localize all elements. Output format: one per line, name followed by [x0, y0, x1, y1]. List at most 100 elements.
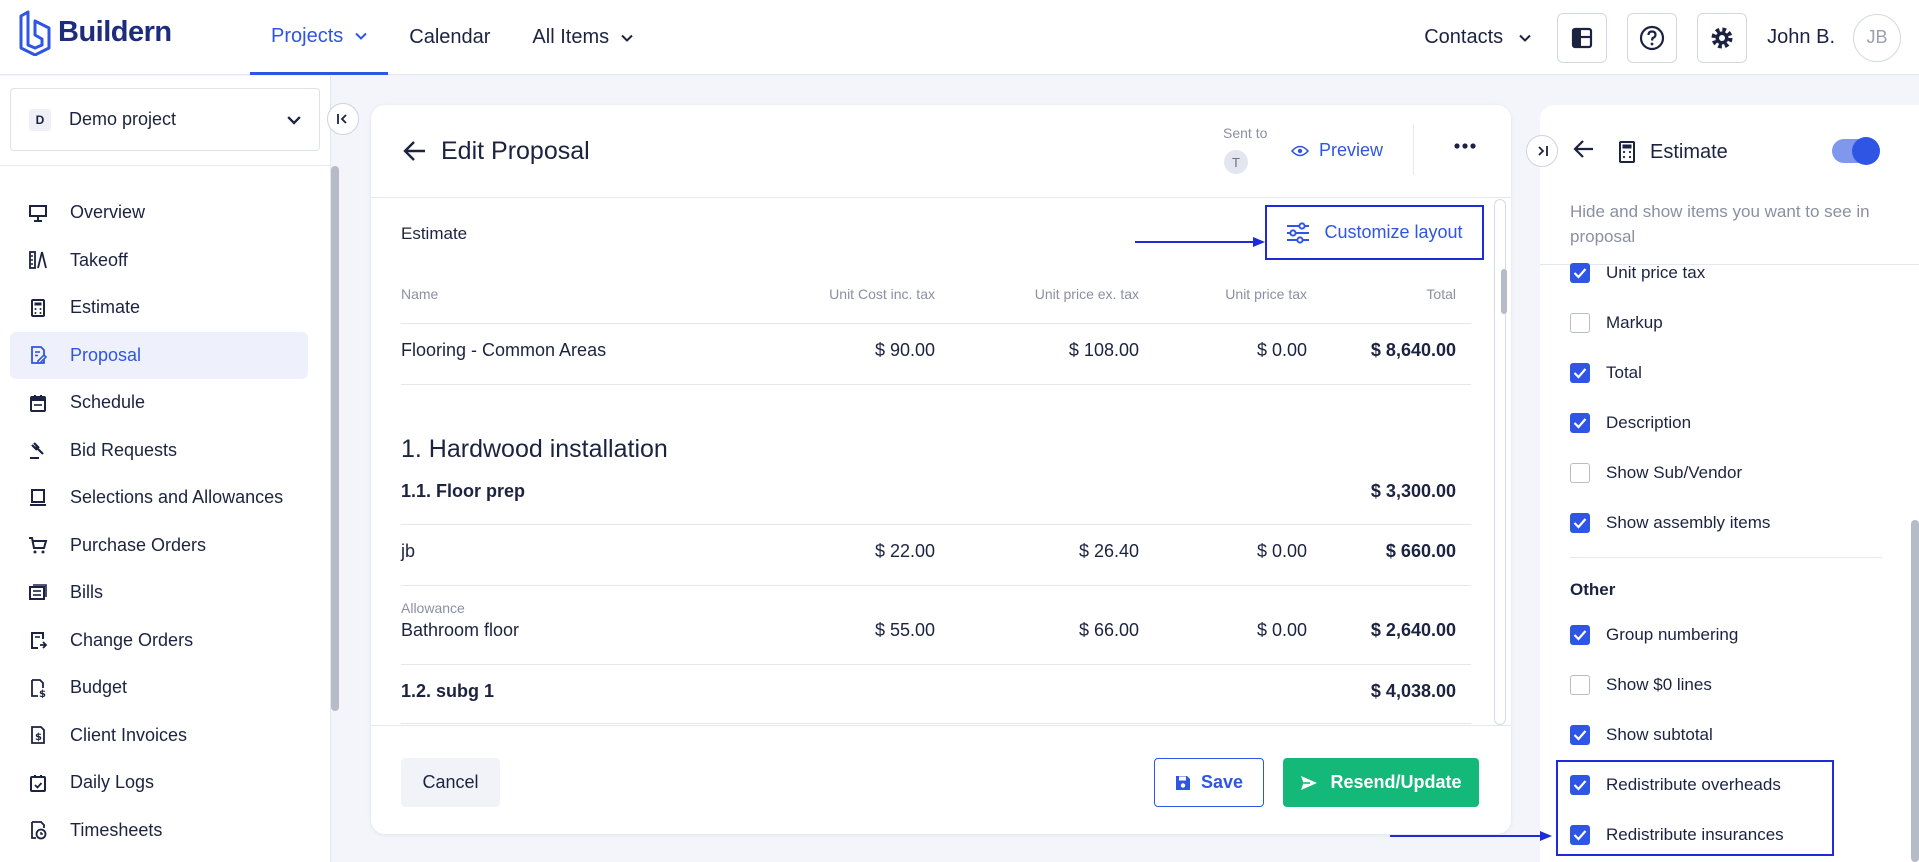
sidebar-item-schedule[interactable]: Schedule: [10, 379, 308, 427]
sidebar-divider: [0, 165, 331, 166]
nav-all-items-label: All Items: [532, 26, 610, 48]
option-group-numbering[interactable]: Group numbering: [1570, 625, 1738, 645]
option-label: Description: [1606, 413, 1692, 432]
header-divider: [1413, 125, 1414, 175]
sidebar-item-takeoff[interactable]: Takeoff: [10, 237, 308, 285]
sidebar-item-label: Schedule: [70, 392, 146, 413]
checkmark-icon: [1573, 418, 1587, 429]
option-label: Show subtotal: [1606, 725, 1713, 744]
option-show-zero-lines[interactable]: Show $0 lines: [1570, 675, 1712, 695]
sidebar-item-purchase-orders[interactable]: Purchase Orders: [10, 522, 308, 570]
resend-update-button[interactable]: Resend/Update: [1283, 758, 1479, 807]
sidebar-item-label: Timesheets: [70, 819, 163, 840]
sidebar-item-bid-requests[interactable]: Bid Requests: [10, 427, 308, 475]
brand-name: Buildern: [58, 15, 172, 48]
timesheet-icon: [31, 821, 47, 840]
row-unit-cost: $ 90.00: [874, 340, 935, 360]
option-show-subtotal[interactable]: Show subtotal: [1570, 725, 1713, 745]
help-icon: [1640, 25, 1665, 50]
row-divider: [401, 723, 1471, 724]
option-show-sub-vendor[interactable]: Show Sub/Vendor: [1570, 463, 1742, 483]
sidebar-item-client-invoices[interactable]: $ Client Invoices: [10, 712, 308, 760]
ruler-icon: [29, 251, 47, 270]
cancel-button[interactable]: Cancel: [401, 758, 500, 807]
column-header: Total: [1426, 286, 1456, 302]
checkbox-checked[interactable]: [1570, 363, 1590, 383]
sidebar-collapse-button[interactable]: [327, 103, 359, 135]
dashboard-button[interactable]: [1557, 12, 1608, 63]
checkbox-unchecked[interactable]: [1570, 313, 1590, 333]
sidebar-item-selections[interactable]: Selections and Allowances: [10, 474, 308, 522]
annotation-highlight-box: [1556, 760, 1834, 856]
project-selector[interactable]: D Demo project: [10, 88, 320, 151]
sidebar-item-bills[interactable]: Bills: [10, 569, 308, 617]
sidebar-item-change-orders[interactable]: Change Orders: [10, 617, 308, 665]
proposal-footer: Cancel Save Resend/Update: [371, 725, 1511, 834]
checkbox-checked[interactable]: [1570, 263, 1590, 283]
checkbox-unchecked[interactable]: [1570, 675, 1590, 695]
customize-layout-button[interactable]: Customize layout: [1265, 205, 1484, 260]
daily-log-icon: [30, 774, 46, 792]
row-unit-price-ex: $ 108.00: [1068, 340, 1139, 360]
checkbox-checked[interactable]: [1570, 725, 1590, 745]
other-heading: Other: [1570, 580, 1616, 599]
top-bar: Buildern Projects Calendar All Items Con…: [0, 0, 1919, 75]
sidebar-scrollbar[interactable]: [331, 166, 339, 711]
nav-all-items[interactable]: All Items: [511, 0, 654, 75]
dashboard-icon: [1572, 27, 1593, 48]
nav-calendar[interactable]: Calendar: [388, 0, 511, 75]
collapse-left-icon: [337, 114, 347, 124]
sidebar-item-label: Client Invoices: [70, 724, 188, 745]
help-button[interactable]: [1627, 12, 1678, 63]
sidebar-item-proposal[interactable]: Proposal: [10, 331, 308, 379]
row-total: $ 660.00: [1385, 541, 1456, 561]
recipient-avatar[interactable]: T: [1224, 150, 1248, 174]
nav-contacts[interactable]: Contacts: [1424, 26, 1531, 49]
sidebar-item-estimate[interactable]: Estimate: [10, 284, 308, 332]
checkbox-checked[interactable]: [1570, 513, 1590, 533]
settings-button[interactable]: [1697, 12, 1748, 63]
option-unit-price-tax[interactable]: Unit price tax: [1570, 263, 1705, 283]
sidebar-item-label: Overview: [70, 202, 146, 223]
option-show-assembly-items[interactable]: Show assembly items: [1570, 513, 1770, 533]
sidebar-item-daily-logs[interactable]: Daily Logs: [10, 759, 308, 807]
subgroup-total: $ 3,300.00: [1370, 481, 1456, 501]
collapse-right-icon: [1538, 146, 1548, 156]
option-total[interactable]: Total: [1570, 363, 1642, 383]
sidebar-item-budget[interactable]: $ Budget: [10, 664, 308, 712]
checkbox-checked[interactable]: [1570, 413, 1590, 433]
project-badge: D: [29, 108, 51, 131]
preview-button[interactable]: Preview: [1291, 140, 1383, 161]
subgroup-name: 1.2. subg 1: [401, 681, 495, 701]
row-unit-price-ex: $ 26.40: [1078, 541, 1139, 561]
nav-projects[interactable]: Projects: [250, 0, 389, 75]
page-title: Edit Proposal: [441, 137, 590, 165]
proposal-editor: Edit Proposal Sent to T Preview Estimate…: [371, 105, 1511, 834]
back-arrow-icon[interactable]: [403, 140, 427, 162]
panel-scrollbar[interactable]: [1911, 520, 1919, 862]
brand-logo[interactable]: Buildern: [18, 8, 172, 56]
sidebar-item-timesheets[interactable]: Timesheets: [10, 807, 308, 855]
chevron-down-icon: [355, 32, 367, 40]
change-order-icon: [31, 632, 48, 650]
column-header: Name: [401, 286, 439, 302]
content-scrollbar-thumb[interactable]: [1501, 269, 1507, 314]
save-button[interactable]: Save: [1154, 758, 1264, 807]
row-name: Flooring - Common Areas: [401, 340, 607, 360]
checkmark-icon: [1573, 518, 1587, 529]
option-description[interactable]: Description: [1570, 413, 1691, 433]
estimate-layout-panel: Estimate Hide and show items you want to…: [1540, 105, 1919, 862]
avatar[interactable]: JB: [1853, 13, 1901, 62]
more-options-icon[interactable]: [1454, 143, 1476, 149]
panel-collapse-button[interactable]: [1526, 135, 1558, 167]
cart-icon: [29, 537, 48, 554]
option-markup[interactable]: Markup: [1570, 313, 1663, 333]
row-total: $ 2,640.00: [1370, 620, 1456, 640]
sliders-icon: [1287, 221, 1310, 244]
sidebar-item-label: Bills: [70, 582, 104, 603]
sidebar-item-overview[interactable]: Overview: [10, 189, 308, 237]
checkbox-checked[interactable]: [1570, 625, 1590, 645]
gear-icon: [1711, 27, 1733, 48]
checkbox-unchecked[interactable]: [1570, 463, 1590, 483]
row-name: Bathroom floor: [401, 620, 520, 640]
